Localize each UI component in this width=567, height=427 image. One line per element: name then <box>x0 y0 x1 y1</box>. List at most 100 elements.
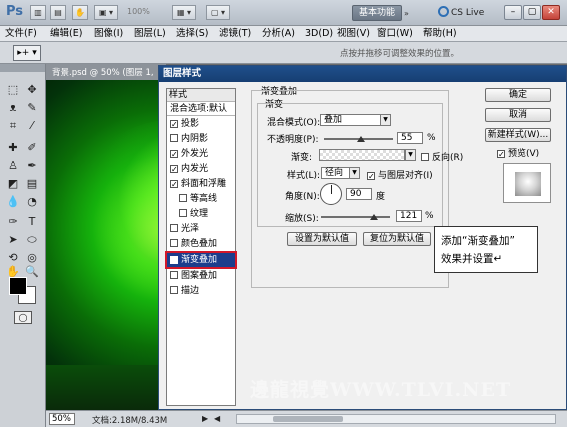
menu-file[interactable]: 文件(F) <box>5 27 37 40</box>
angle-dial[interactable] <box>320 183 342 205</box>
opacity-input[interactable]: 55 <box>397 132 423 144</box>
hand-icon[interactable]: ✋ <box>72 5 88 20</box>
bevel-emboss-checkbox[interactable]: ✓ <box>170 180 178 189</box>
crop-tool-icon[interactable]: ⌗ <box>4 118 22 134</box>
close-button[interactable]: ✕ <box>542 5 560 20</box>
gradient-style-select[interactable]: 径向 ▼ <box>321 167 360 179</box>
style-item-texture[interactable]: 纹理 <box>167 207 235 221</box>
scrollbar-thumb[interactable] <box>273 416 343 422</box>
reverse-checkbox[interactable]: 反向(R) <box>421 150 463 163</box>
history-brush-tool-icon[interactable]: ✒ <box>23 158 41 174</box>
blur-tool-icon[interactable]: 💧 <box>4 194 22 210</box>
pen-tool-icon[interactable]: ✑ <box>4 214 22 230</box>
horizontal-scrollbar[interactable] <box>236 414 556 424</box>
bridge-icon[interactable]: ▥ <box>30 5 46 20</box>
style-item-outer-glow[interactable]: ✓ 外发光 <box>167 147 235 161</box>
path-selection-tool-icon[interactable]: ➤ <box>4 232 22 248</box>
scroll-left-arrow-icon[interactable]: ◀ <box>214 414 220 423</box>
preview-checkbox-box[interactable]: ✓ <box>497 150 505 159</box>
workspace-essentials-button[interactable]: 基本功能 <box>352 5 402 21</box>
contour-checkbox[interactable] <box>179 194 187 202</box>
tools-panel-header[interactable] <box>0 64 45 72</box>
style-item-bevel-emboss[interactable]: ✓ 斜面和浮雕 <box>167 177 235 191</box>
marquee-tool-icon[interactable]: ⬚ <box>4 82 22 98</box>
view-extras-icon[interactable]: ▣ ▾ <box>94 5 118 20</box>
foreground-color-swatch[interactable] <box>9 277 27 295</box>
healing-brush-tool-icon[interactable]: ✚ <box>4 140 22 156</box>
opacity-slider-thumb[interactable] <box>357 136 365 142</box>
ok-button[interactable]: 确定 <box>485 88 551 102</box>
reverse-checkbox-box[interactable] <box>421 153 429 161</box>
blend-mode-select[interactable]: 叠加 ▼ <box>320 114 391 126</box>
mini-bridge-icon[interactable]: ▤ <box>50 5 66 20</box>
clone-stamp-tool-icon[interactable]: ♙ <box>4 158 22 174</box>
menu-help[interactable]: 帮助(H) <box>423 27 457 40</box>
blending-options-item[interactable]: 混合选项:默认 <box>167 102 235 116</box>
gradient-tool-icon[interactable]: ▤ <box>23 176 41 192</box>
style-item-gradient-overlay[interactable]: ✓ 渐变叠加 <box>165 251 237 269</box>
dialog-title[interactable]: 图层样式 <box>159 66 566 82</box>
gradient-overlay-checkbox[interactable]: ✓ <box>170 256 178 265</box>
preview-checkbox[interactable]: ✓ 预览(V) <box>497 146 539 159</box>
move-tool-icon[interactable]: ✥ <box>23 82 41 98</box>
shape-tool-icon[interactable]: ⬭ <box>23 232 41 248</box>
menu-window[interactable]: 窗口(W) <box>377 27 413 40</box>
menu-filter[interactable]: 滤镜(T) <box>219 27 251 40</box>
cs-live-button[interactable]: CS Live <box>438 5 493 21</box>
arrange-documents-icon[interactable]: ▦ ▾ <box>172 5 196 20</box>
style-item-satin[interactable]: 光泽 <box>167 222 235 236</box>
status-menu-arrow-icon[interactable]: ▶ <box>202 414 208 423</box>
align-checkbox-box[interactable]: ✓ <box>367 172 375 181</box>
type-tool-icon[interactable]: T <box>23 214 41 230</box>
new-style-button[interactable]: 新建样式(W)... <box>485 128 551 142</box>
pattern-overlay-checkbox[interactable] <box>170 271 178 279</box>
reset-default-button[interactable]: 复位为默认值 <box>363 232 431 246</box>
menu-image[interactable]: 图像(I) <box>94 27 123 40</box>
document-tab[interactable]: 背景.psd @ 50% (图层 1, <box>52 66 154 78</box>
stroke-checkbox[interactable] <box>170 286 178 294</box>
angle-input[interactable]: 90 <box>346 188 372 200</box>
satin-checkbox[interactable] <box>170 224 178 232</box>
document-canvas[interactable] <box>46 80 166 410</box>
eraser-tool-icon[interactable]: ◩ <box>4 176 22 192</box>
style-item-inner-shadow[interactable]: 内阴影 <box>167 132 235 146</box>
quick-selection-tool-icon[interactable]: ✎ <box>23 100 41 116</box>
zoom-level[interactable]: 100% <box>127 7 150 16</box>
style-item-contour[interactable]: 等高线 <box>167 192 235 206</box>
minimize-button[interactable]: – <box>504 5 522 20</box>
style-item-drop-shadow[interactable]: ✓ 投影 <box>167 117 235 131</box>
dodge-tool-icon[interactable]: ◔ <box>23 194 41 210</box>
menu-analysis[interactable]: 分析(A) <box>262 27 295 40</box>
style-item-stroke[interactable]: 描边 <box>167 284 235 298</box>
style-item-pattern-overlay[interactable]: 图案叠加 <box>167 269 235 283</box>
zoom-field[interactable]: 50% <box>49 413 75 425</box>
menu-3d[interactable]: 3D(D) <box>305 27 333 40</box>
texture-checkbox[interactable] <box>179 209 187 217</box>
gradient-picker[interactable] <box>319 149 405 161</box>
menu-layer[interactable]: 图层(L) <box>134 27 166 40</box>
scale-slider-thumb[interactable] <box>370 214 378 220</box>
align-with-layer-checkbox[interactable]: ✓ 与图层对齐(I) <box>367 168 433 181</box>
move-tool-preset-icon[interactable]: ▸+ ▾ <box>13 45 41 61</box>
menu-edit[interactable]: 编辑(E) <box>50 27 82 40</box>
gradient-dropdown[interactable]: ▼ <box>405 149 416 161</box>
outer-glow-checkbox[interactable]: ✓ <box>170 150 178 159</box>
color-overlay-checkbox[interactable] <box>170 239 178 247</box>
style-item-color-overlay[interactable]: 颜色叠加 <box>167 237 235 251</box>
styles-header[interactable]: 样式 <box>167 89 235 102</box>
eyedropper-tool-icon[interactable]: ⁄ <box>23 118 41 134</box>
make-default-button[interactable]: 设置为默认值 <box>287 232 357 246</box>
cancel-button[interactable]: 取消 <box>485 108 551 122</box>
maximize-button[interactable]: ▢ <box>523 5 541 20</box>
quick-mask-icon[interactable]: ◯ <box>14 311 32 324</box>
inner-shadow-checkbox[interactable] <box>170 134 178 142</box>
inner-glow-checkbox[interactable]: ✓ <box>170 165 178 174</box>
screen-mode-icon[interactable]: ▢ ▾ <box>206 5 230 20</box>
brush-tool-icon[interactable]: ✐ <box>23 140 41 156</box>
menu-view[interactable]: 视图(V) <box>337 27 370 40</box>
scale-slider[interactable] <box>321 216 390 218</box>
scale-input[interactable]: 121 <box>396 210 422 222</box>
style-item-inner-glow[interactable]: ✓ 内发光 <box>167 162 235 176</box>
workspace-menu-icon[interactable]: » <box>404 9 409 18</box>
lasso-tool-icon[interactable]: ᴥ <box>4 100 22 116</box>
